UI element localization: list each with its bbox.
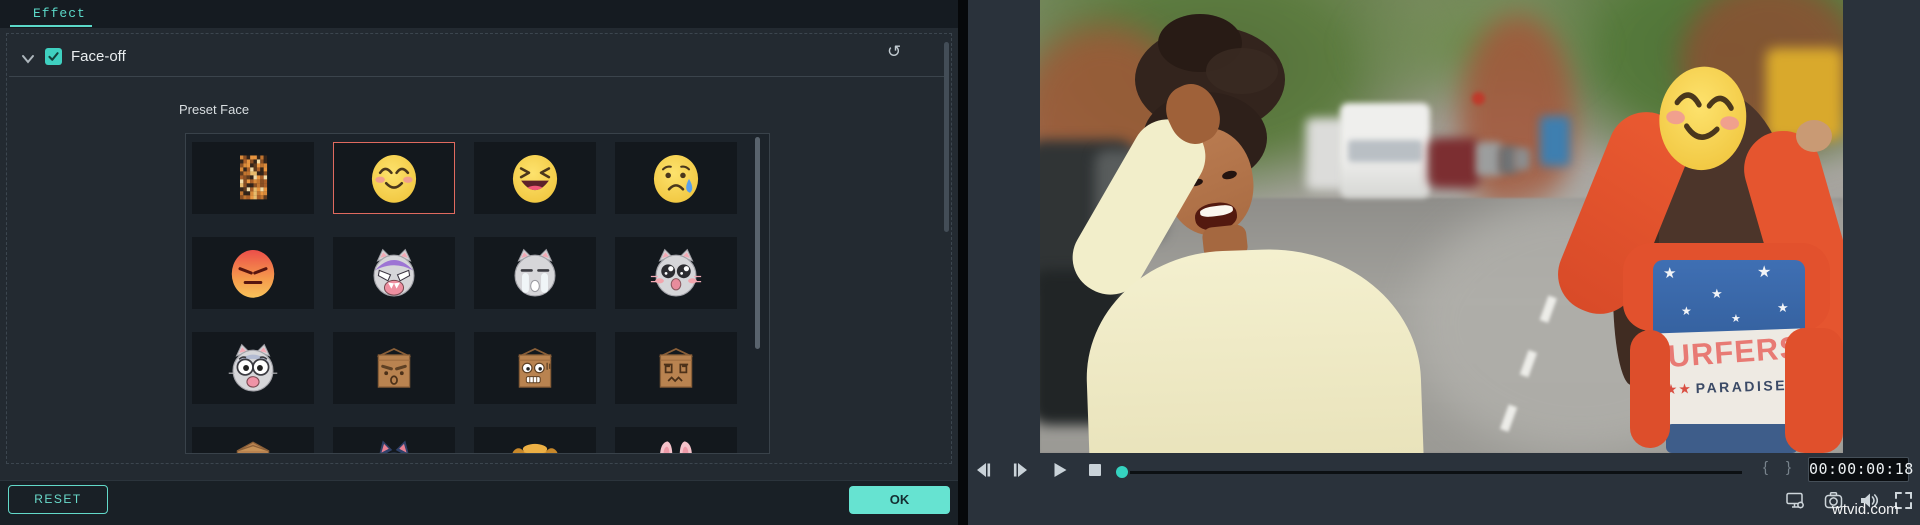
preset-box-angry-face[interactable] xyxy=(333,332,455,404)
preset-box-plain-face[interactable] xyxy=(192,427,314,453)
preset-angry-face[interactable] xyxy=(192,237,314,309)
tab-active-underline xyxy=(10,25,92,27)
effect-content-area: Face-off ↺ Preset Face xyxy=(6,33,952,464)
red-sign xyxy=(1472,92,1485,105)
preset-box-teeth-face[interactable] xyxy=(474,332,596,404)
previous-frame-button[interactable] xyxy=(974,462,994,480)
preset-box-dizzy-face[interactable] xyxy=(615,332,737,404)
receding-car-3 xyxy=(1514,148,1530,170)
sweatshirt-star-icon: ★ xyxy=(1711,286,1723,301)
preset-laugh-face[interactable] xyxy=(474,142,596,214)
red-parked-car xyxy=(1428,138,1480,188)
sweatshirt-star-icon: ★ xyxy=(1731,313,1741,325)
sweatshirt-star-icon: ★ xyxy=(1757,264,1772,281)
grid-scrollbar[interactable] xyxy=(755,137,760,349)
mark-out-button[interactable]: } xyxy=(1786,459,1791,476)
ok-button[interactable]: OK xyxy=(849,486,950,514)
girl-right-jeans xyxy=(1666,424,1798,453)
reset-effect-icon[interactable]: ↺ xyxy=(887,42,901,62)
app-window: Effect Face-off ↺ Preset Face RESET OK ★… xyxy=(0,0,1920,525)
sweatshirt-star-icon: ★ xyxy=(1663,265,1677,282)
preset-face-grid xyxy=(185,133,770,454)
preset-surprised-cat-face[interactable] xyxy=(192,332,314,404)
reset-button[interactable]: RESET xyxy=(8,485,108,514)
watermark-text: wtvid.com xyxy=(1832,501,1899,518)
panel-footer: RESET OK xyxy=(0,480,958,525)
face-off-checkbox[interactable] xyxy=(45,48,62,65)
sweatshirt-star-panel: ★ ★ ★ ★ ★ ★ xyxy=(1653,260,1805,340)
preset-sad-tear-face[interactable] xyxy=(615,142,737,214)
tab-effect[interactable]: Effect xyxy=(33,6,86,21)
preset-dog-face[interactable] xyxy=(474,427,596,453)
van-windshield xyxy=(1348,140,1422,162)
play-button[interactable] xyxy=(1052,462,1072,480)
sweatshirt-text-bottom: ★★★ PARADISE xyxy=(1651,377,1787,399)
applied-emoji-overlay xyxy=(1646,55,1759,178)
preset-smile-blush-face[interactable] xyxy=(333,142,455,214)
blue-dumpster xyxy=(1540,116,1570,166)
chevron-down-icon[interactable] xyxy=(21,51,35,64)
preset-angry-cat-face[interactable] xyxy=(333,237,455,309)
timecode-display: 00:00:00:18 xyxy=(1808,457,1913,482)
preview-panel: ★ ★ ★ ★ ★ ★ SURFERS ★★★ PARADISE {} 00:… xyxy=(968,0,1920,525)
effect-settings-panel: Effect Face-off ↺ Preset Face RESET OK xyxy=(0,0,958,525)
sweatshirt-paradise: PARADISE xyxy=(1695,376,1788,397)
panel-divider[interactable] xyxy=(958,0,968,525)
sweatshirt-star-icon: ★ xyxy=(1681,304,1692,318)
preset-face-label: Preset Face xyxy=(179,102,250,117)
sweatshirt-star-icon: ★ xyxy=(1777,300,1789,315)
girl-right-hand xyxy=(1796,120,1832,152)
preset-crying-cat-face[interactable] xyxy=(474,237,596,309)
playhead-handle[interactable] xyxy=(1116,466,1128,478)
next-frame-button[interactable] xyxy=(1012,462,1032,480)
header-separator xyxy=(9,76,947,77)
girl-right-jacket-l xyxy=(1630,330,1670,448)
mark-in-button[interactable]: { xyxy=(1763,459,1768,476)
effect-name-label: Face-off xyxy=(71,48,126,65)
display-settings-icon[interactable] xyxy=(1786,491,1805,510)
preset-cute-cat-face[interactable] xyxy=(615,237,737,309)
girl-right-jacket-r xyxy=(1785,328,1843,453)
preset-mosaic-face[interactable] xyxy=(192,142,314,214)
seek-timeline[interactable] xyxy=(1130,471,1742,474)
girl-left-hair-wisp xyxy=(1206,48,1278,94)
preset-dark-cat-ears-face[interactable] xyxy=(333,427,455,453)
stop-button[interactable] xyxy=(1087,462,1107,480)
video-frame: ★ ★ ★ ★ ★ ★ SURFERS ★★★ PARADISE xyxy=(1040,0,1843,453)
preset-bunny-ears-face[interactable] xyxy=(615,427,737,453)
tab-bar: Effect xyxy=(0,0,958,28)
panel-scrollbar[interactable] xyxy=(944,42,949,232)
